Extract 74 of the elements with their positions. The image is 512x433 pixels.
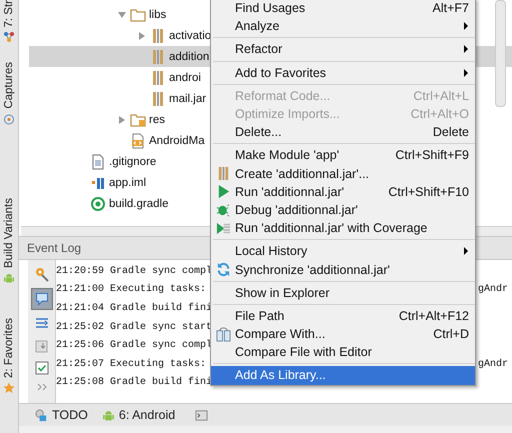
jar-icon (150, 90, 166, 106)
run-coverage-icon (216, 220, 230, 236)
manifest-file-icon (130, 132, 146, 148)
jar-icon (150, 48, 166, 64)
menu-item[interactable]: Local History (211, 242, 475, 260)
log-line: gAndr (478, 358, 509, 370)
tree-item[interactable]: addition (169, 50, 210, 62)
sync-icon (216, 262, 230, 278)
submenu-arrow-icon (463, 21, 469, 32)
folder-icon (130, 6, 146, 22)
menu-item[interactable]: Refactor (211, 40, 475, 59)
tree-item[interactable]: res (149, 114, 165, 126)
bug-icon (216, 202, 230, 218)
tree-item[interactable]: AndroidMa (149, 134, 205, 146)
export-icon[interactable] (34, 338, 50, 354)
log-line: 21:25:08 Gradle build fini (56, 377, 212, 388)
menu-item[interactable]: Analyze (211, 17, 475, 36)
expanded-arrow-icon[interactable] (117, 10, 127, 20)
tool-window-tab[interactable]: TODO (33, 408, 90, 422)
jar-icon (150, 70, 166, 86)
star-icon (3, 382, 15, 394)
menu-item[interactable]: Synchronize 'additionnal.jar' (211, 260, 475, 279)
side-tab[interactable]: 7: Str (3, 0, 15, 28)
terminal-icon[interactable] (195, 408, 208, 422)
scrollbar[interactable] (495, 0, 506, 107)
gradle-file-icon (90, 196, 106, 212)
camera-icon (3, 112, 15, 125)
log-line: 21:21:04 Gradle build fini (56, 302, 212, 314)
submenu-arrow-icon (463, 44, 469, 54)
menu-item[interactable]: Run 'additionnal.jar' Ctrl+Shift+F10 (211, 182, 475, 201)
collapsed-arrow-icon[interactable] (137, 30, 147, 40)
menu-item[interactable]: Debug 'additionnal.jar' (211, 200, 475, 220)
menu-item[interactable]: Compare With... Ctrl+D (211, 325, 475, 344)
structure-icon (3, 31, 15, 44)
menu-item[interactable]: Make Module 'app' Ctrl+Shift+F9 (211, 146, 475, 164)
submenu-arrow-icon (463, 246, 469, 256)
tree-item[interactable]: mail.jar (169, 92, 206, 104)
tree-item[interactable]: build.gradle (109, 198, 168, 210)
jar-icon (150, 28, 166, 44)
log-line: 21:25:02 Gradle sync start (56, 322, 212, 333)
tree-item[interactable]: androi (169, 72, 201, 84)
log-line: 21:20:59 Gradle sync compl (56, 266, 212, 277)
log-line: 21:25:07 Executing tasks: (56, 358, 206, 370)
menu-item[interactable]: Delete... Delete (211, 123, 475, 142)
menu-item[interactable]: Run 'additionnal.jar' with Coverage (211, 219, 475, 238)
menu-item[interactable]: File Path Ctrl+Alt+F12 (211, 306, 475, 325)
menu-item[interactable]: Compare File with Editor (211, 343, 475, 362)
menu-item[interactable]: Find Usages Alt+F7 (211, 0, 475, 18)
tree-item[interactable]: app.iml (109, 176, 146, 188)
speech-bubble-icon[interactable] (30, 288, 52, 310)
log-line: 21:21:00 Executing tasks: (56, 284, 206, 296)
submenu-arrow-icon (463, 68, 469, 78)
tool-window-tab[interactable]: 6: Android (100, 408, 178, 422)
tree-item[interactable]: libs (149, 8, 166, 20)
tree-item[interactable]: activatio (169, 30, 212, 42)
menu-item[interactable]: Add As Library... (211, 366, 475, 385)
compare-icon (216, 326, 230, 342)
menu-item[interactable]: Create 'additionnal.jar'... (211, 164, 475, 183)
todo-icon (35, 408, 48, 422)
android-icon (102, 408, 115, 422)
log-line: 21:25:06 Gradle sync compl (56, 340, 212, 352)
side-tab[interactable]: 2: Favorites (3, 318, 15, 378)
panel-title: Event Log (27, 241, 82, 255)
text-file-icon (90, 154, 106, 170)
menu-item[interactable]: Show in Explorer (211, 284, 475, 302)
checkbox-icon[interactable] (34, 360, 50, 376)
collapsed-arrow-icon[interactable] (117, 114, 127, 124)
side-tab[interactable]: Build Variants (3, 198, 15, 268)
menu-item[interactable]: Add to Favorites (211, 64, 475, 82)
log-line: gAndr (478, 284, 509, 296)
android-icon (3, 272, 15, 284)
side-tab[interactable]: Captures (3, 62, 15, 109)
tree-item[interactable]: .gitignore (109, 156, 156, 168)
folder-icon (130, 112, 146, 128)
